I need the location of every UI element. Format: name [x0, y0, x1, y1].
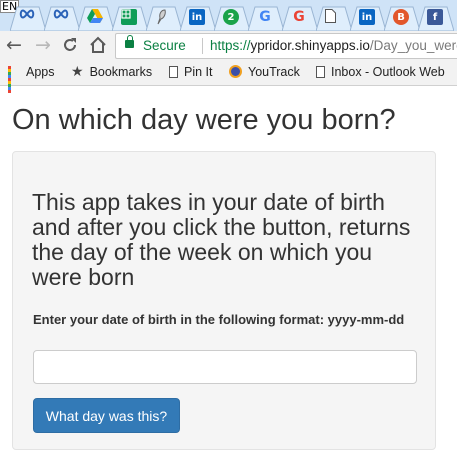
page-title: On which day were you born?	[12, 104, 396, 136]
home-icon[interactable]	[88, 35, 108, 55]
bookmark-label: Apps	[26, 65, 55, 79]
star-icon: ★	[71, 63, 84, 80]
google-drive-icon	[87, 9, 103, 25]
bookmark-label: Inbox - Outlook Web	[331, 65, 445, 79]
bookmark-pin-it[interactable]: Pin It	[169, 60, 213, 85]
address-bar[interactable]: Secure https://ypridor.shinyapps.io/Day_…	[115, 33, 457, 59]
infinity-icon	[53, 9, 69, 25]
bookmarks-bar: Apps ★ Bookmarks Pin It YouTrack Inbox - …	[0, 60, 457, 93]
document-icon	[316, 65, 325, 78]
secure-label: Secure	[143, 38, 186, 53]
lock-icon	[125, 35, 134, 48]
quill-icon	[155, 9, 171, 25]
tab-google-1[interactable]: G	[248, 5, 284, 31]
bookmark-bookmarks[interactable]: ★ Bookmarks	[71, 60, 152, 85]
date-of-birth-input[interactable]	[33, 350, 417, 384]
tab-quill[interactable]	[146, 5, 182, 31]
linkedin-icon: in	[359, 9, 375, 25]
bookmark-youtrack[interactable]: YouTrack	[229, 60, 300, 85]
tab-green-circle[interactable]: 2	[214, 5, 250, 31]
what-day-button[interactable]: What day was this?	[33, 398, 180, 433]
infinity-icon	[19, 9, 35, 25]
tab-facebook[interactable]: f	[418, 5, 454, 31]
bookmark-apps[interactable]: Apps	[8, 60, 55, 93]
tab-strip: EN in 2 G G in B f	[0, 0, 457, 31]
tab-google-2[interactable]: G	[282, 5, 318, 31]
google-icon: G	[259, 9, 271, 25]
reload-icon[interactable]	[60, 35, 80, 55]
tab-document[interactable]	[316, 5, 352, 31]
google-icon: G	[293, 9, 305, 25]
green-circle-icon: 2	[223, 9, 239, 25]
tab-google-sheets[interactable]	[112, 5, 148, 31]
input-panel: This app takes in your date of birth and…	[12, 151, 436, 450]
bookmark-inbox-outlook[interactable]: Inbox - Outlook Web	[316, 60, 445, 85]
google-sheets-icon	[121, 9, 137, 25]
bookmark-label: YouTrack	[248, 65, 300, 79]
tab-b-badge[interactable]: B	[384, 5, 420, 31]
app-description: This app takes in your date of birth and…	[32, 189, 411, 290]
apps-grid-icon	[8, 65, 20, 93]
tab-infinity-2[interactable]	[44, 5, 80, 31]
url-path: /Day_you_were_born/	[369, 38, 457, 53]
date-of-birth-label: Enter your date of birth in the followin…	[33, 312, 405, 327]
tab-linkedin-2[interactable]: in	[350, 5, 386, 31]
browser-toolbar: ← → Secure https://ypridor.shinyapps.io/…	[0, 31, 457, 60]
url-host: ypridor.shinyapps.io	[250, 38, 370, 53]
forward-arrow-icon[interactable]: →	[33, 35, 53, 55]
address-separator	[202, 38, 203, 54]
tab-google-drive[interactable]	[78, 5, 114, 31]
url-scheme: https://	[210, 38, 251, 53]
back-arrow-icon[interactable]: ←	[4, 35, 24, 55]
facebook-icon: f	[427, 9, 443, 25]
bookmark-label: Pin It	[184, 65, 213, 79]
url-text: https://ypridor.shinyapps.io/Day_you_wer…	[210, 34, 457, 58]
linkedin-icon: in	[189, 9, 205, 25]
b-badge-icon: B	[393, 9, 409, 25]
tab-linkedin-1[interactable]: in	[180, 5, 216, 31]
youtrack-icon	[229, 65, 242, 79]
document-icon	[169, 65, 178, 78]
bookmark-label: Bookmarks	[89, 65, 153, 79]
document-icon	[325, 9, 341, 25]
tab-infinity-1[interactable]	[10, 5, 46, 31]
